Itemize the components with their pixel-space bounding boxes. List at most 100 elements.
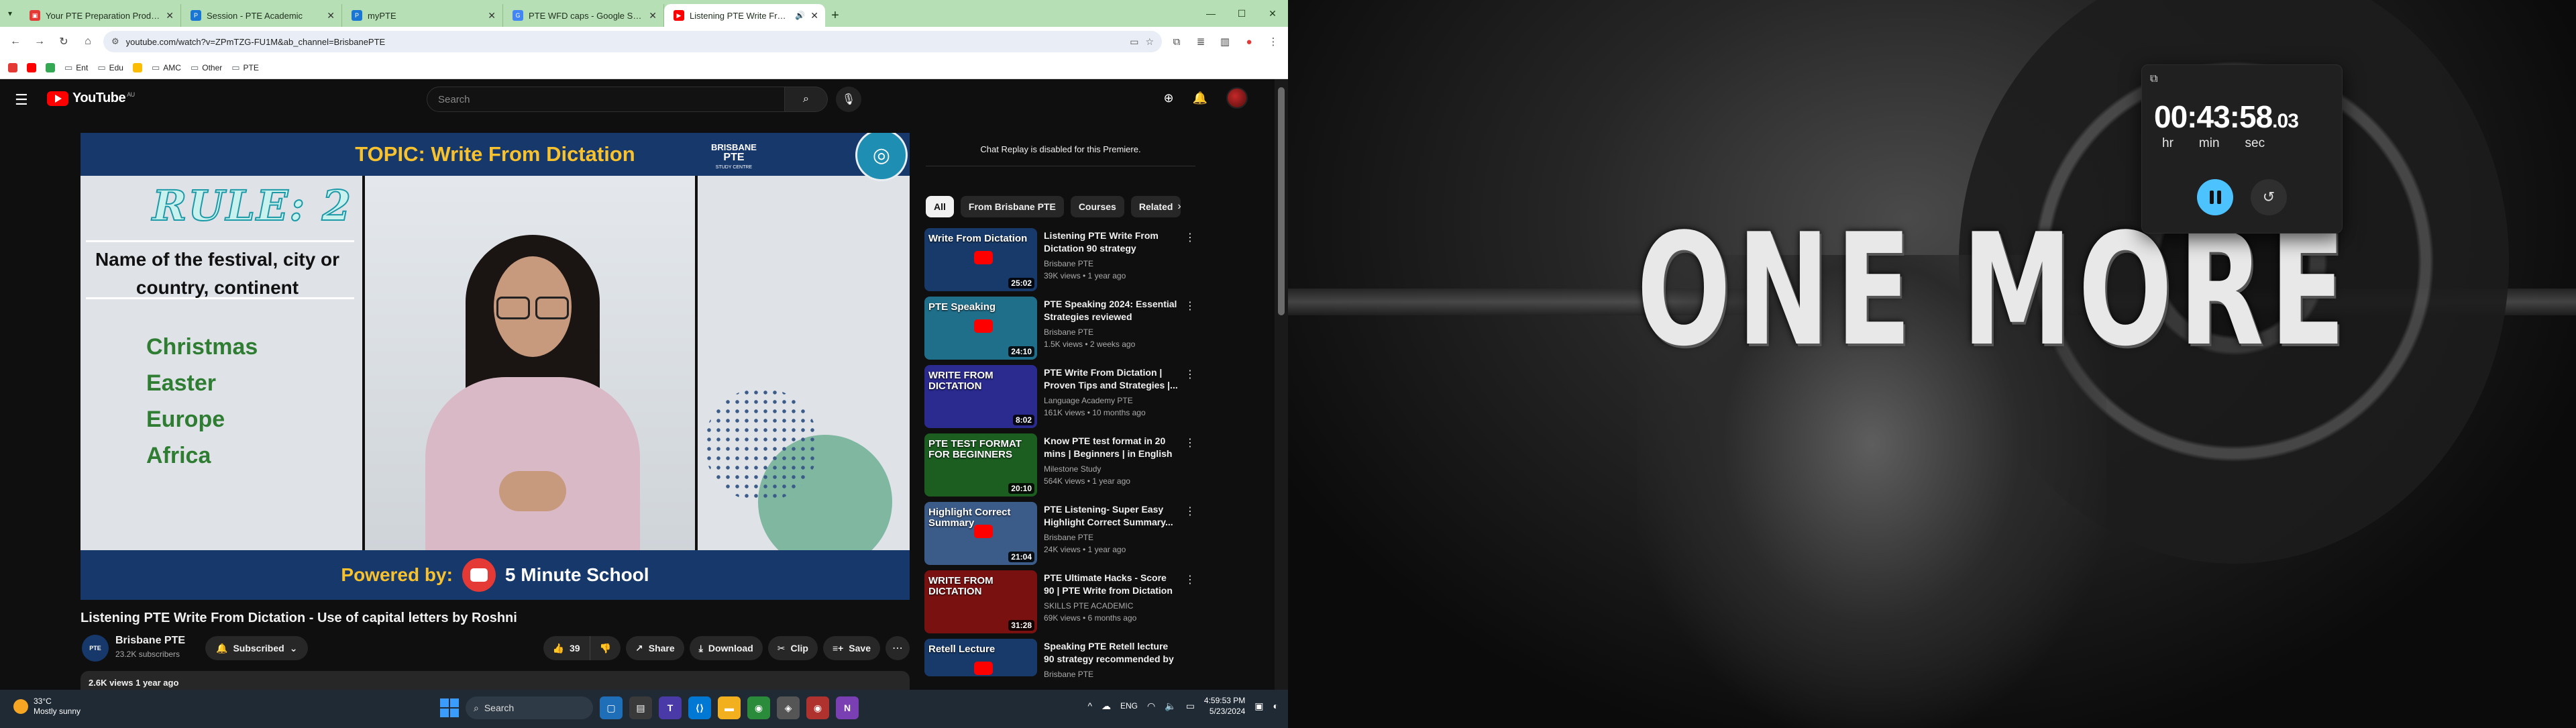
recording-icon[interactable]: ● bbox=[1241, 34, 1257, 50]
recommendation-channel[interactable]: Brisbane PTE bbox=[1044, 670, 1093, 679]
recommendation-channel[interactable]: Language Academy PTE bbox=[1044, 396, 1133, 405]
search-input[interactable]: Search bbox=[427, 87, 785, 112]
address-bar[interactable]: ⚙ youtube.com/watch?v=ZPmTZG-FU1M&ab_cha… bbox=[103, 31, 1162, 52]
scrollbar-thumb[interactable] bbox=[1278, 87, 1285, 315]
recommendation-title[interactable]: PTE Speaking 2024: Essential Strategies … bbox=[1044, 298, 1178, 323]
cast-icon[interactable]: ▭ bbox=[1130, 36, 1138, 48]
create-video-icon[interactable]: ⊕ bbox=[1163, 91, 1173, 105]
browser-tab[interactable]: G PTE WFD caps - Google Search ✕ bbox=[503, 4, 664, 27]
chip-courses[interactable]: Courses bbox=[1070, 196, 1124, 217]
speaker-icon[interactable]: 🔊 bbox=[795, 11, 805, 20]
chip-all[interactable]: All bbox=[926, 196, 954, 217]
recommendation-title[interactable]: PTE Write From Dictation | Proven Tips a… bbox=[1044, 366, 1178, 392]
bookmark-item[interactable] bbox=[8, 62, 17, 72]
video-thumbnail[interactable]: Write From Dictation 25:02 bbox=[924, 228, 1037, 291]
youtube-logo[interactable]: YouTube AU bbox=[47, 91, 135, 106]
close-window-icon[interactable]: ✕ bbox=[1257, 0, 1288, 27]
hamburger-menu-icon[interactable]: ☰ bbox=[15, 91, 28, 109]
kebab-menu-icon[interactable]: ⋮ bbox=[1185, 573, 1195, 586]
video-thumbnail[interactable]: WRITE FROM DICTATION 8:02 bbox=[924, 365, 1037, 428]
download-button[interactable]: ⤓ Download bbox=[689, 636, 763, 660]
kebab-menu-icon[interactable]: ⋮ bbox=[1185, 231, 1195, 244]
subscribed-button[interactable]: 🔔 Subscribed ⌄ bbox=[205, 636, 309, 660]
bookmark-folder-edu[interactable]: ▭ Edu bbox=[97, 62, 123, 73]
battery-icon[interactable]: ▭ bbox=[1186, 700, 1195, 712]
video-thumbnail[interactable]: WRITE FROM DICTATION 31:28 bbox=[924, 570, 1037, 633]
browser-tab[interactable]: ▣ Your PTE Preparation Product ✕ bbox=[20, 4, 181, 27]
menu-kebab-icon[interactable]: ⋮ bbox=[1265, 34, 1281, 50]
kebab-menu-icon[interactable]: ⋮ bbox=[1185, 505, 1195, 518]
file-explorer-icon[interactable]: ▤ bbox=[629, 696, 652, 719]
chip-from-channel[interactable]: From Brisbane PTE bbox=[960, 196, 1064, 217]
recommendation-title[interactable]: PTE Listening- Super Easy Highlight Corr… bbox=[1044, 503, 1178, 529]
volume-icon[interactable]: 🔈 bbox=[1165, 700, 1176, 712]
tab-search-icon[interactable]: ▾ bbox=[0, 0, 20, 27]
recommendation-title[interactable]: Speaking PTE Retell lecture 90 strategy … bbox=[1044, 640, 1178, 666]
bookmark-folder-amc[interactable]: ▭ AMC bbox=[152, 62, 181, 73]
recommendation-item[interactable]: Highlight Correct Summary 21:04 PTE List… bbox=[924, 501, 1199, 569]
language-indicator[interactable]: ENG bbox=[1120, 701, 1138, 711]
video-thumbnail[interactable]: PTE Speaking 24:10 bbox=[924, 297, 1037, 360]
clock[interactable]: 4:59:53 PM 5/23/2024 bbox=[1204, 695, 1245, 717]
notifications-bell-icon[interactable]: 🔔 bbox=[1193, 91, 1208, 105]
bookmark-item[interactable] bbox=[27, 62, 36, 72]
video-player[interactable]: TOPIC: Write From Dictation BRISBANE PTE… bbox=[80, 133, 910, 600]
back-arrow-icon[interactable]: ← bbox=[7, 33, 24, 50]
picture-in-picture-icon[interactable]: ⧉ bbox=[2150, 73, 2157, 85]
browser-tab[interactable]: P myPTE ✕ bbox=[342, 4, 503, 27]
bookmark-item[interactable] bbox=[132, 62, 142, 72]
cloud-icon[interactable]: ☁ bbox=[1102, 700, 1111, 712]
like-button[interactable]: 👍 39 bbox=[543, 636, 590, 660]
video-thumbnail[interactable]: PTE TEST FORMAT FOR BEGINNERS 20:10 bbox=[924, 433, 1037, 497]
kebab-menu-icon[interactable]: ⋮ bbox=[1185, 436, 1195, 450]
bookmark-star-icon[interactable]: ☆ bbox=[1145, 36, 1154, 48]
video-thumbnail[interactable]: Highlight Correct Summary 21:04 bbox=[924, 502, 1037, 565]
browser-tab-active[interactable]: ▶ Listening PTE Write From Di 🔊 ✕ bbox=[664, 4, 825, 27]
recommendation-title[interactable]: Know PTE test format in 20 mins | Beginn… bbox=[1044, 435, 1178, 460]
recommendation-channel[interactable]: Milestone Study bbox=[1044, 464, 1101, 474]
side-panel-icon[interactable]: ▥ bbox=[1217, 34, 1233, 50]
tab-close-icon[interactable]: ✕ bbox=[327, 10, 335, 21]
tab-close-icon[interactable]: ✕ bbox=[166, 10, 174, 21]
recommendation-item[interactable]: WRITE FROM DICTATION 31:28 PTE Ultimate … bbox=[924, 569, 1199, 637]
chrome-icon[interactable]: ◉ bbox=[747, 696, 770, 719]
bookmark-item[interactable] bbox=[46, 62, 55, 72]
channel-avatar[interactable]: PTE bbox=[82, 635, 109, 662]
recommendation-item[interactable]: Write From Dictation 25:02 Listening PTE… bbox=[924, 227, 1199, 295]
site-info-icon[interactable]: ⚙ bbox=[111, 36, 119, 47]
bookmark-folder-pte[interactable]: ▭ PTE bbox=[231, 62, 259, 73]
browser-tab[interactable]: P Session - PTE Academic ✕ bbox=[181, 4, 342, 27]
weather-widget[interactable]: 33°C Mostly sunny bbox=[13, 696, 80, 717]
taskbar-search[interactable]: ⌕ Search bbox=[466, 696, 593, 719]
app-icon[interactable]: ◈ bbox=[777, 696, 800, 719]
bookmark-folder-other[interactable]: ▭ Other bbox=[191, 62, 222, 73]
tab-close-icon[interactable]: ✕ bbox=[488, 10, 496, 21]
tab-close-icon[interactable]: ✕ bbox=[649, 10, 657, 21]
copilot-icon[interactable]: ◐ bbox=[1273, 700, 1279, 711]
forward-arrow-icon[interactable]: → bbox=[31, 33, 48, 50]
bookmark-folder-ent[interactable]: ▭ Ent bbox=[64, 62, 88, 73]
wifi-icon[interactable]: ◠ bbox=[1147, 700, 1155, 712]
windows-start-icon[interactable] bbox=[440, 698, 459, 717]
pause-button[interactable] bbox=[2197, 179, 2233, 215]
stopwatch-widget[interactable]: ⧉ 00:43:58.03 hr min sec ↺ bbox=[2141, 64, 2343, 233]
notification-icon[interactable]: ▣ bbox=[1254, 700, 1263, 712]
dislike-button[interactable]: 👎 bbox=[590, 636, 621, 660]
recommendation-channel[interactable]: Brisbane PTE bbox=[1044, 327, 1093, 337]
new-tab-button[interactable]: + bbox=[825, 4, 845, 27]
kebab-menu-icon[interactable]: ⋮ bbox=[1185, 368, 1195, 381]
channel-name[interactable]: Brisbane PTE bbox=[115, 635, 185, 647]
recommendation-channel[interactable]: SKILLS PTE ACADEMIC bbox=[1044, 601, 1133, 611]
search-icon[interactable]: ⌕ bbox=[785, 87, 828, 112]
recommendation-item[interactable]: PTE TEST FORMAT FOR BEGINNERS 20:10 Know… bbox=[924, 432, 1199, 501]
chevron-up-icon[interactable]: ^ bbox=[1087, 700, 1092, 711]
clip-button[interactable]: ✂ Clip bbox=[767, 636, 818, 660]
kebab-menu-icon[interactable]: ⋮ bbox=[1185, 299, 1195, 313]
recommendation-item[interactable]: PTE Speaking 24:10 PTE Speaking 2024: Es… bbox=[924, 295, 1199, 364]
microphone-icon[interactable]: 🎙 bbox=[836, 87, 861, 112]
folder-icon[interactable]: ▬ bbox=[718, 696, 741, 719]
chevron-right-icon[interactable]: › bbox=[1171, 199, 1187, 215]
recommendation-item[interactable]: WRITE FROM DICTATION 8:02 PTE Write From… bbox=[924, 364, 1199, 432]
save-button[interactable]: ≡+ Save bbox=[822, 636, 880, 660]
media-controls-icon[interactable]: ≣ bbox=[1193, 34, 1209, 50]
